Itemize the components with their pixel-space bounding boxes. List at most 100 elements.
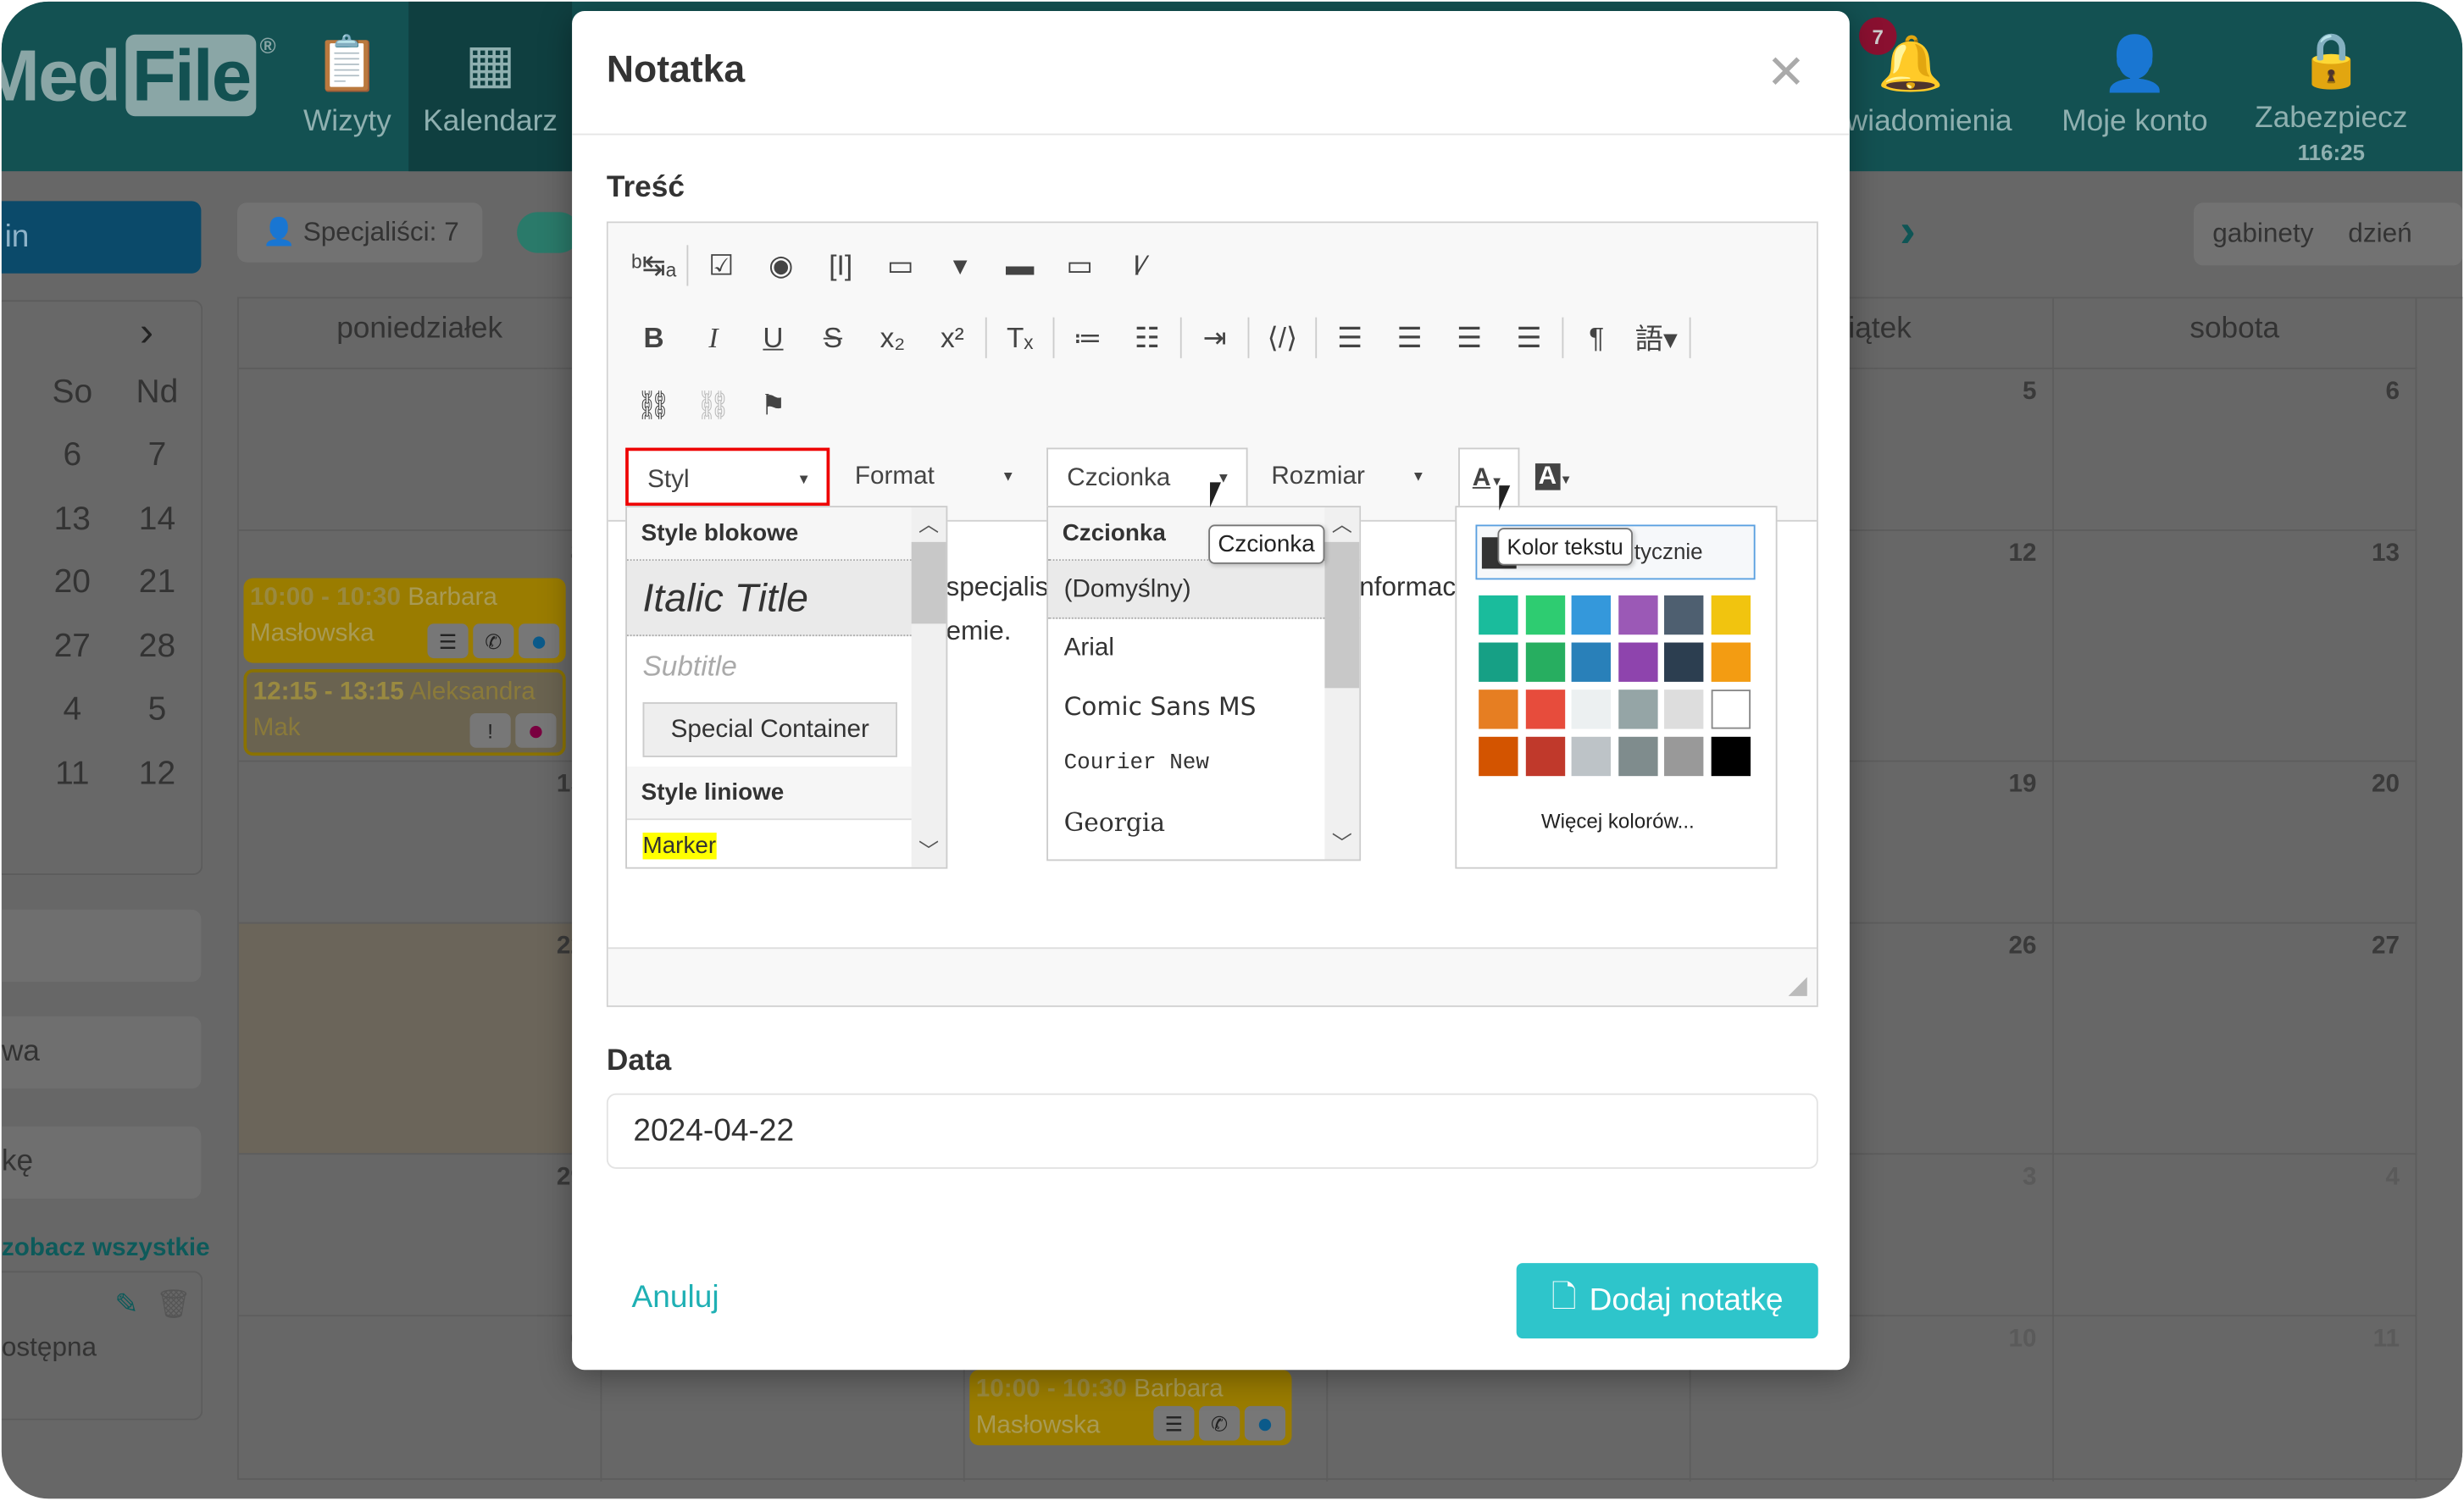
radio-button[interactable]: ◉ xyxy=(751,242,810,290)
font-option[interactable]: Georgia xyxy=(1048,794,1359,852)
color-swatch[interactable] xyxy=(1479,642,1518,682)
dot-icon[interactable]: ● xyxy=(515,712,557,748)
alignright-button[interactable]: ☰ xyxy=(1440,314,1499,362)
color-swatch[interactable] xyxy=(1711,595,1751,635)
resize-grip-icon[interactable] xyxy=(1788,977,1807,996)
font-option[interactable]: Comic Sans MS xyxy=(1048,677,1359,735)
scrollbar[interactable]: ︿ ﹀ xyxy=(1324,507,1360,860)
day-cell[interactable]: 27 xyxy=(2053,922,2417,1154)
day-cell[interactable]: 22 xyxy=(238,922,602,1154)
color-swatch[interactable] xyxy=(1479,690,1518,729)
day-cell[interactable]: 20 xyxy=(2053,760,2417,922)
color-swatch[interactable] xyxy=(1618,736,1658,777)
strike-button[interactable]: S xyxy=(803,314,863,362)
color-swatch[interactable] xyxy=(1664,642,1705,682)
font-option[interactable]: Arial xyxy=(1048,619,1359,678)
mini-day[interactable]: 20 xyxy=(36,564,108,602)
calendar-event[interactable]: 10:00 - 10:30 Barbara Masłowska ☰ ✆ ● xyxy=(243,578,566,663)
dot-icon[interactable]: ● xyxy=(519,623,560,659)
chevron-down-icon[interactable]: ﹀ xyxy=(1324,827,1359,856)
aligncenter-button[interactable]: ☰ xyxy=(1379,314,1439,362)
day-cell[interactable]: 15 xyxy=(238,760,602,922)
trash-icon[interactable]: 🗑 xyxy=(156,1288,191,1321)
mini-day[interactable]: 7 xyxy=(121,437,193,475)
color-swatch[interactable] xyxy=(1711,642,1751,682)
font-option[interactable]: Courier New xyxy=(1048,735,1359,794)
color-swatch[interactable] xyxy=(1711,736,1751,777)
background-color-button[interactable]: A ▼ xyxy=(1529,448,1583,507)
nav-kalendarz[interactable]: ▦ Kalendarz xyxy=(408,1,573,172)
nav-zabezpiecz[interactable]: 🔒 Zabezpiecz 116:25 xyxy=(2241,2,2422,171)
mini-day[interactable]: 14 xyxy=(121,501,193,540)
see-all-link[interactable]: zobacz wszystkie xyxy=(2,1235,210,1263)
color-swatch[interactable] xyxy=(1571,690,1612,729)
view-dzien[interactable]: dzień xyxy=(2348,219,2411,250)
unlink-button[interactable]: ⛓ xyxy=(684,382,743,429)
calendar-event[interactable]: 12:15 - 13:15 Aleksandra Mak! ● xyxy=(243,669,566,756)
list-icon[interactable]: ☰ xyxy=(1153,1405,1195,1441)
content-text[interactable]: specjalis xyxy=(946,572,1048,603)
scrollbar[interactable]: ︿ ﹀ xyxy=(911,507,946,867)
bidi-button[interactable]: ¶ xyxy=(1567,314,1626,362)
day-cell[interactable]: 6 xyxy=(238,1315,602,1482)
mini-day[interactable]: 4 xyxy=(36,691,108,729)
specialists-filter[interactable]: 👤 Specjaliści: 7 xyxy=(237,202,483,263)
mini-day[interactable]: 27 xyxy=(36,629,108,667)
textfield-button[interactable]: [I] xyxy=(811,242,870,290)
sidebar-item[interactable]: kę xyxy=(1,1126,202,1199)
phone-icon[interactable]: ✆ xyxy=(1199,1405,1240,1441)
sidebar-item[interactable] xyxy=(1,909,202,983)
color-swatch[interactable] xyxy=(1664,736,1705,777)
view-gabinety[interactable]: gabinety xyxy=(2212,219,2313,250)
color-swatch[interactable] xyxy=(1525,642,1565,682)
superscript-button[interactable]: x² xyxy=(923,314,982,362)
source-button[interactable]: ᵇ↹ₐ xyxy=(624,242,683,290)
scroll-thumb[interactable] xyxy=(911,541,946,624)
day-cell[interactable]: 13 xyxy=(2053,529,2417,761)
creatediv-button[interactable]: ⟨/⟩ xyxy=(1252,314,1312,362)
color-swatch[interactable] xyxy=(1618,642,1658,682)
justify-button[interactable]: ☰ xyxy=(1499,314,1558,362)
color-swatch[interactable] xyxy=(1525,736,1565,777)
pencil-icon[interactable]: ✎ xyxy=(114,1288,138,1321)
color-swatch[interactable] xyxy=(1571,595,1612,635)
dot-icon[interactable]: ● xyxy=(1244,1405,1286,1441)
style-marker[interactable]: Marker xyxy=(627,820,946,860)
underline-button[interactable]: U xyxy=(743,314,802,362)
color-swatch[interactable] xyxy=(1571,736,1612,777)
toggle-switch[interactable] xyxy=(517,212,580,253)
format-combo[interactable]: Format ▼ xyxy=(836,448,1031,507)
mini-day[interactable]: 11 xyxy=(36,756,108,794)
bold-button[interactable]: B xyxy=(624,314,683,362)
cancel-button[interactable]: Anuluj xyxy=(632,1280,719,1316)
style-combo[interactable]: Styl ▼ xyxy=(625,447,830,507)
hiddenfield-button[interactable]: I⁄ xyxy=(1109,242,1168,290)
style-subtitle[interactable]: Subtitle xyxy=(627,636,946,695)
mini-day[interactable]: 21 xyxy=(121,564,193,602)
day-cell[interactable]: 29 xyxy=(238,1153,602,1315)
mini-next-chevron-icon[interactable]: › xyxy=(140,308,153,357)
more-colors-link[interactable]: Więcej kolorów... xyxy=(1457,809,1775,833)
size-combo[interactable]: Rozmiar ▼ xyxy=(1252,448,1441,507)
nav-wizyty[interactable]: 📋 Wizyty xyxy=(292,2,402,171)
checkbox-button[interactable]: ☑ xyxy=(691,242,751,290)
mini-day[interactable]: 13 xyxy=(36,501,108,540)
sidebar-item[interactable]: wa xyxy=(1,1016,202,1089)
subscript-button[interactable]: x₂ xyxy=(863,314,922,362)
color-swatch[interactable] xyxy=(1664,690,1705,729)
anchor-button[interactable]: ⚑ xyxy=(743,382,802,429)
color-swatch[interactable] xyxy=(1664,595,1705,635)
day-cell[interactable]: 11 xyxy=(2053,1315,2417,1482)
chevron-down-icon[interactable]: ﹀ xyxy=(912,834,946,864)
style-italic-title[interactable]: Italic Title xyxy=(626,561,946,637)
mini-day[interactable]: 28 xyxy=(121,629,193,667)
indent-button[interactable]: ⇥ xyxy=(1185,314,1244,362)
chevron-up-icon[interactable]: ︿ xyxy=(912,507,946,537)
color-swatch[interactable] xyxy=(1525,595,1565,635)
mini-day[interactable]: 5 xyxy=(121,691,193,729)
language-button[interactable]: 語▾ xyxy=(1627,314,1686,362)
close-icon[interactable]: ✕ xyxy=(1767,46,1806,101)
plan-button[interactable]: in xyxy=(1,201,202,274)
color-swatch[interactable] xyxy=(1618,690,1658,729)
scroll-thumb[interactable] xyxy=(1324,541,1360,689)
